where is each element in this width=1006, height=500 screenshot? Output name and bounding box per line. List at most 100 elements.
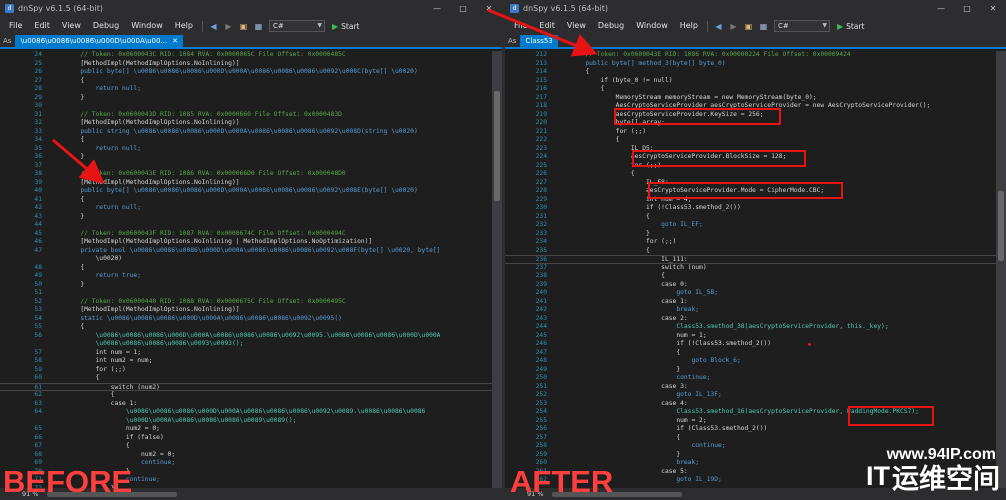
code-line: 31 // Token: 0x0600043D RID: 1085 RVA: 0… <box>0 111 492 120</box>
close-window-button[interactable]: ✕ <box>476 4 502 13</box>
open-file-icon[interactable]: ▣ <box>743 21 754 32</box>
code-line: \u0086\u0086\u0086\u0086\u0093\u0093(); <box>0 340 492 349</box>
line-number: 35 <box>34 144 42 152</box>
menu-debug[interactable]: Debug <box>87 17 125 35</box>
back-icon[interactable]: ◀ <box>208 21 219 32</box>
code-line: 57 int num = 1; <box>0 349 492 358</box>
menu-file[interactable]: File <box>508 17 533 35</box>
highlight-ciphermode <box>648 182 843 199</box>
code-text: public byte[] \u0086\u0086\u0086\u000D\u… <box>50 187 418 194</box>
code-line: 235 { <box>505 247 996 256</box>
code-line: 247 { <box>505 349 996 358</box>
line-number: 34 <box>34 136 42 143</box>
code-editor[interactable]: 24 // Token: 0x0600043C RID: 1084 RVA: 0… <box>0 51 492 488</box>
scrollbar-thumb[interactable] <box>494 91 500 201</box>
maximize-button[interactable]: □ <box>450 4 476 13</box>
minimize-button[interactable]: — <box>424 4 450 13</box>
line-number: 245 <box>535 331 547 339</box>
vertical-scrollbar[interactable] <box>996 51 1006 488</box>
line-number: 232 <box>535 221 547 228</box>
code-text: { <box>555 272 665 279</box>
code-line: 38 // Token: 0x0600043E RID: 1086 RVA: 0… <box>0 170 492 179</box>
menu-window[interactable]: Window <box>630 17 674 35</box>
line-number: 212 <box>535 51 547 58</box>
menu-view[interactable]: View <box>561 17 592 35</box>
menu-edit[interactable]: Edit <box>533 17 561 35</box>
highlight-keysize <box>614 108 781 125</box>
code-line: 213 public byte[] method_3(byte[] byte_0… <box>505 60 996 69</box>
close-icon[interactable]: ✕ <box>172 35 178 47</box>
code-text: goto IL_EF; <box>555 221 703 228</box>
code-text: { <box>50 263 85 271</box>
code-line: 37 <box>0 162 492 171</box>
menu-bar: File Edit View Debug Window Help ◀ ▶ ▣ ▦… <box>0 17 502 35</box>
code-line: 33 public string \u0086\u0086\u0086\u000… <box>0 128 492 137</box>
code-text: { <box>50 442 130 449</box>
line-number: 221 <box>535 127 547 135</box>
document-tab[interactable]: \u0086\u0086\u0086\u000D\u000A\u00... ✕ <box>15 35 184 47</box>
line-number: 37 <box>34 161 42 169</box>
back-icon[interactable]: ◀ <box>713 21 724 32</box>
code-text: // Token: 0x0600043F RID: 1087 RVA: 0x00… <box>50 229 346 237</box>
code-line: 42 return null; <box>0 204 492 213</box>
code-line: 257 { <box>505 434 996 443</box>
code-line: 237 switch (num) <box>505 264 996 273</box>
code-text: if (!Class53.smethod_2()) <box>555 340 772 347</box>
code-text: for (;;) <box>555 127 646 135</box>
start-debug-button[interactable]: ▶ Start <box>332 22 359 31</box>
line-number: 25 <box>34 59 42 67</box>
close-window-button[interactable]: ✕ <box>980 4 1006 13</box>
menu-debug[interactable]: Debug <box>592 17 630 35</box>
line-number: 52 <box>34 297 42 305</box>
open-file-icon[interactable]: ▣ <box>238 21 249 32</box>
code-text: { <box>555 170 635 177</box>
code-line: 239 case 0: <box>505 281 996 290</box>
menu-help[interactable]: Help <box>169 17 199 35</box>
code-line: 221 for (;;) <box>505 128 996 137</box>
menu-help[interactable]: Help <box>674 17 704 35</box>
forward-icon[interactable]: ▶ <box>223 21 234 32</box>
line-number: 26 <box>34 68 42 75</box>
maximize-button[interactable]: □ <box>954 4 980 13</box>
minimize-button[interactable]: — <box>928 4 954 13</box>
code-text: // Token: 0x06000440 RID: 1088 RVA: 0x00… <box>50 297 346 305</box>
code-line: 243 case 2: <box>505 315 996 324</box>
language-select[interactable]: C# ▼ <box>773 20 830 32</box>
scrollbar-thumb[interactable] <box>998 191 1004 261</box>
forward-icon[interactable]: ▶ <box>728 21 739 32</box>
start-debug-button[interactable]: ▶ Start <box>837 22 864 31</box>
code-line: 34 { <box>0 136 492 145</box>
code-line: 248 goto Block_6; <box>505 357 996 366</box>
menu-view[interactable]: View <box>56 17 87 35</box>
line-number: 38 <box>34 170 42 177</box>
dnspy-window-after: d dnSpy v6.1.5 (64-bit) — □ ✕ File Edit … <box>505 0 1006 500</box>
code-text: \u0020) <box>50 255 123 262</box>
menu-window[interactable]: Window <box>125 17 169 35</box>
line-number: 242 <box>535 306 547 313</box>
save-icon[interactable]: ▦ <box>253 21 264 32</box>
vertical-scrollbar[interactable] <box>492 51 502 488</box>
code-text: // Token: 0x0600043D RID: 1085 RVA: 0x00… <box>50 110 342 118</box>
code-text: break; <box>555 306 700 313</box>
code-line: 35 return null; <box>0 145 492 154</box>
code-text: int num = 1; <box>50 348 141 356</box>
line-number: 259 <box>535 450 547 458</box>
code-text: num = 1; <box>555 331 707 339</box>
language-select[interactable]: C# ▼ <box>268 20 325 32</box>
code-text: { <box>50 374 100 381</box>
code-line: 43 } <box>0 213 492 222</box>
document-tab-title: Class53 <box>525 37 553 45</box>
menu-edit[interactable]: Edit <box>28 17 56 35</box>
code-text: } <box>50 212 85 220</box>
save-icon[interactable]: ▦ <box>758 21 769 32</box>
document-tab[interactable]: Class53 <box>520 35 558 47</box>
line-number: 231 <box>535 212 547 220</box>
assembly-explorer-tab[interactable]: As <box>3 35 11 47</box>
line-number: 247 <box>535 348 547 356</box>
code-text: } <box>50 153 85 160</box>
code-line: 28 return null; <box>0 85 492 94</box>
line-number: 225 <box>535 161 547 169</box>
code-line: 45 // Token: 0x0600043F RID: 1087 RVA: 0… <box>0 230 492 239</box>
menu-file[interactable]: File <box>3 17 28 35</box>
assembly-explorer-tab[interactable]: As <box>508 35 516 47</box>
